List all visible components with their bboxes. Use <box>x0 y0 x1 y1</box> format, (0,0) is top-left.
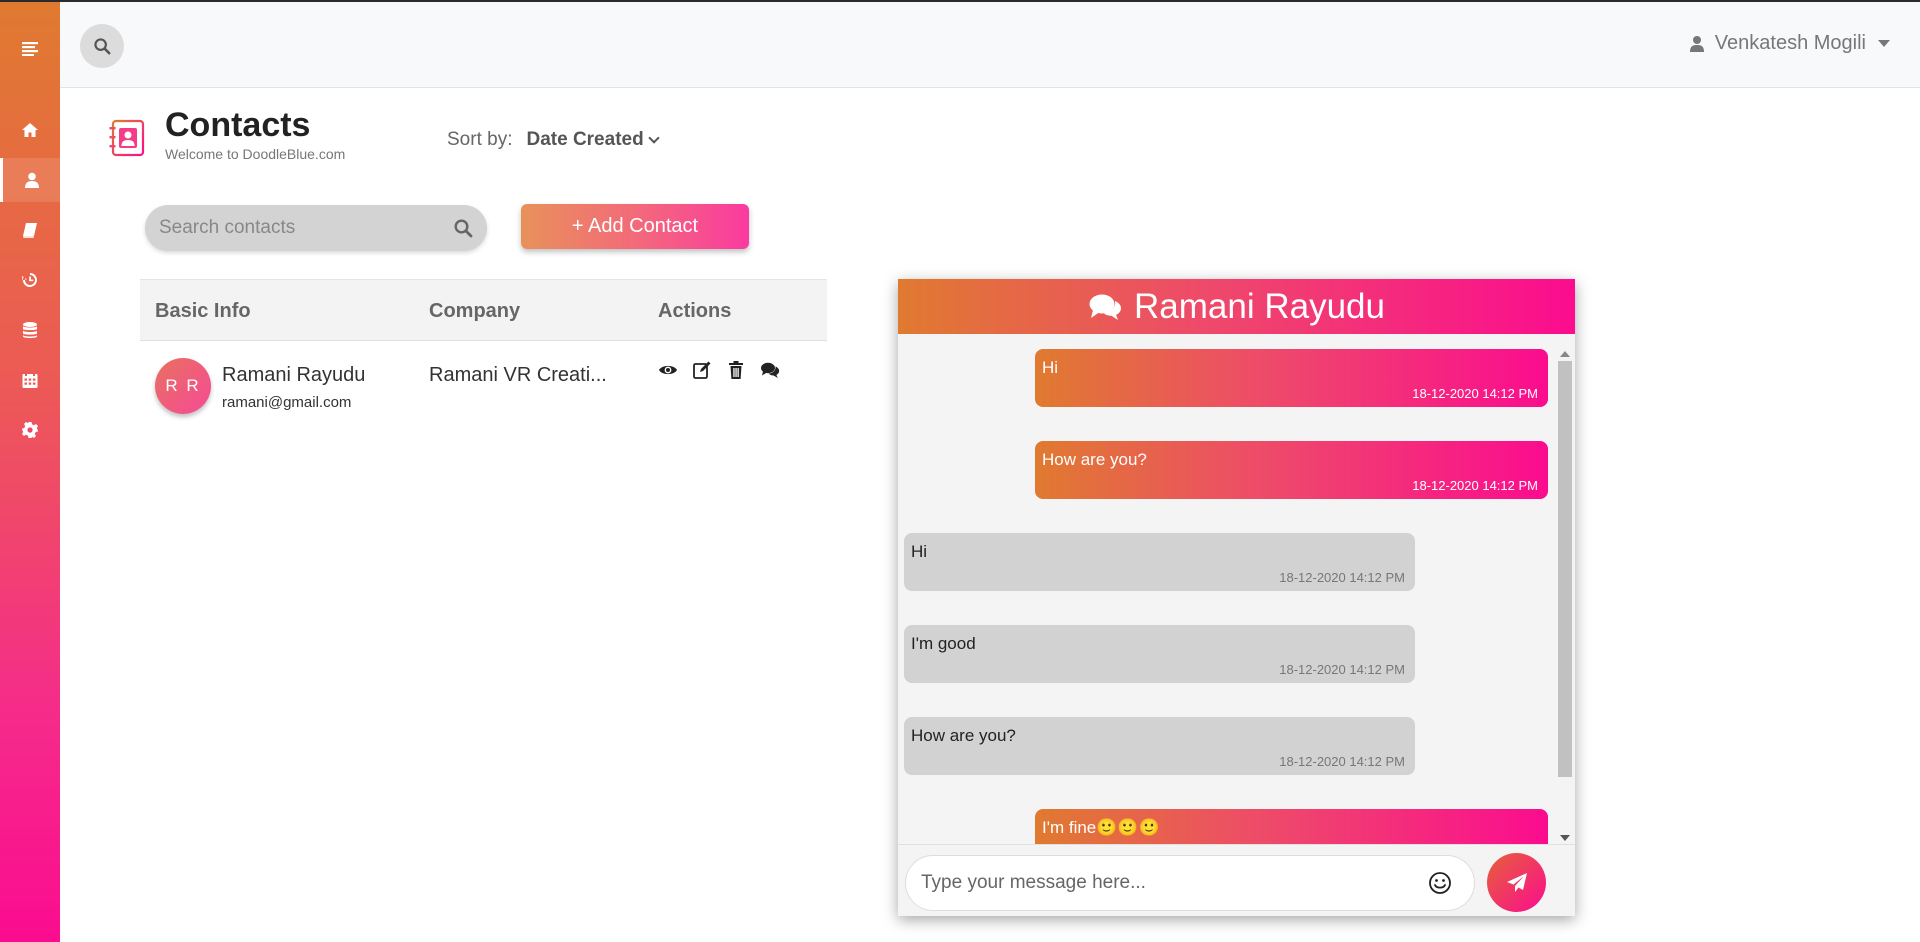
message-text: Hi <box>911 542 928 561</box>
eye-icon[interactable] <box>658 360 678 380</box>
message-input[interactable] <box>905 855 1475 911</box>
message-text: I'm fine🙂🙂🙂 <box>1042 818 1160 837</box>
home-icon <box>22 123 38 137</box>
message-time: 18-12-2020 14:12 PM <box>1279 754 1405 769</box>
scroll-thumb[interactable] <box>1558 361 1572 777</box>
message-bubble-incoming: How are you? 18-12-2020 14:12 PM <box>904 717 1415 775</box>
contacts-table: Basic Info Company Actions R R Ramani Ra… <box>140 279 827 431</box>
sidebar-item-contacts[interactable] <box>0 158 60 202</box>
user-name: Venkatesh Mogili <box>1714 32 1866 54</box>
sidebar-item-history[interactable] <box>0 258 60 302</box>
trash-icon[interactable] <box>726 360 746 380</box>
send-button[interactable] <box>1487 853 1546 912</box>
history-icon <box>22 273 37 287</box>
sort-label: Sort by: <box>447 129 513 150</box>
table-header: Basic Info Company Actions <box>140 279 827 341</box>
header-basic-info: Basic Info <box>155 300 251 322</box>
header-actions: Actions <box>658 300 732 322</box>
book-icon <box>23 223 37 238</box>
gear-icon <box>22 422 38 438</box>
chat-icon[interactable] <box>760 360 780 380</box>
message-time: 18-12-2020 14:12 PM <box>1279 570 1405 585</box>
table-row: R R Ramani Rayudu ramani@gmail.com Raman… <box>140 341 827 431</box>
avatar: R R <box>155 358 211 414</box>
search-input[interactable] <box>159 217 453 239</box>
message-bubble-incoming: Hi 18-12-2020 14:12 PM <box>904 533 1415 591</box>
message-text: How are you? <box>911 726 1016 745</box>
sidebar <box>0 2 60 942</box>
top-bar: Venkatesh Mogili <box>60 2 1920 88</box>
menu-icon <box>22 42 38 56</box>
contact-name[interactable]: Ramani Rayudu <box>222 364 365 387</box>
header-company: Company <box>429 300 521 322</box>
sidebar-item-book[interactable] <box>0 208 60 252</box>
chat-contact-name: Ramani Rayudu <box>1134 286 1385 326</box>
sort-control: Sort by: Date Created <box>447 129 660 151</box>
page-title: Contacts <box>165 106 311 144</box>
message-bubble-outgoing: How are you? 18-12-2020 14:12 PM <box>1035 441 1548 499</box>
contact-company: Ramani VR Creati... <box>429 364 607 386</box>
paper-plane-icon <box>1506 872 1527 892</box>
sidebar-item-database[interactable] <box>0 308 60 352</box>
chat-panel: Ramani Rayudu Hi 18-12-2020 14:12 PM How… <box>898 279 1575 916</box>
contact-search <box>145 205 487 251</box>
emoji-icon[interactable] <box>1428 871 1452 895</box>
sidebar-menu-toggle[interactable] <box>0 26 60 70</box>
message-text: How are you? <box>1042 450 1147 469</box>
sidebar-item-calendar[interactable] <box>0 358 60 402</box>
comments-icon <box>1089 294 1122 320</box>
page-subtitle: Welcome to DoodleBlue.com <box>165 146 346 162</box>
search-icon <box>94 38 111 55</box>
message-composer <box>898 844 1575 916</box>
message-text: I'm good <box>911 634 976 653</box>
database-icon <box>23 322 37 338</box>
sidebar-item-settings[interactable] <box>0 408 60 452</box>
chat-header: Ramani Rayudu <box>898 279 1575 334</box>
message-list: Hi 18-12-2020 14:12 PM How are you? 18-1… <box>898 334 1575 844</box>
user-icon <box>1689 35 1704 52</box>
contacts-book-icon <box>108 119 146 157</box>
message-time: 18-12-2020 14:12 PM <box>1279 662 1405 677</box>
scroll-up-arrow-icon[interactable] <box>1560 351 1570 357</box>
edit-icon[interactable] <box>692 360 712 380</box>
message-bubble-outgoing: I'm fine🙂🙂🙂 <box>1035 809 1548 844</box>
message-scrollbar[interactable] <box>1557 347 1573 845</box>
user-icon <box>24 172 39 188</box>
row-actions <box>658 360 780 380</box>
message-text: Hi <box>1042 358 1059 377</box>
search-icon[interactable] <box>453 218 473 238</box>
add-contact-button[interactable]: + Add Contact <box>521 204 749 249</box>
sort-dropdown[interactable]: Date Created <box>526 129 660 151</box>
calendar-icon <box>22 372 38 388</box>
caret-down-icon <box>1878 40 1890 47</box>
message-bubble-incoming: I'm good 18-12-2020 14:12 PM <box>904 625 1415 683</box>
message-bubble-outgoing: Hi 18-12-2020 14:12 PM <box>1035 349 1548 407</box>
message-time: 18-12-2020 14:12 PM <box>1412 478 1538 493</box>
global-search-button[interactable] <box>80 24 124 68</box>
scroll-down-arrow-icon[interactable] <box>1560 835 1570 841</box>
user-menu[interactable]: Venkatesh Mogili <box>1689 32 1890 55</box>
sidebar-item-home[interactable] <box>0 108 60 152</box>
message-time: 18-12-2020 14:12 PM <box>1412 386 1538 401</box>
sort-value: Date Created <box>526 129 644 150</box>
chevron-down-icon <box>648 131 660 144</box>
contact-email: ramani@gmail.com <box>222 394 352 411</box>
